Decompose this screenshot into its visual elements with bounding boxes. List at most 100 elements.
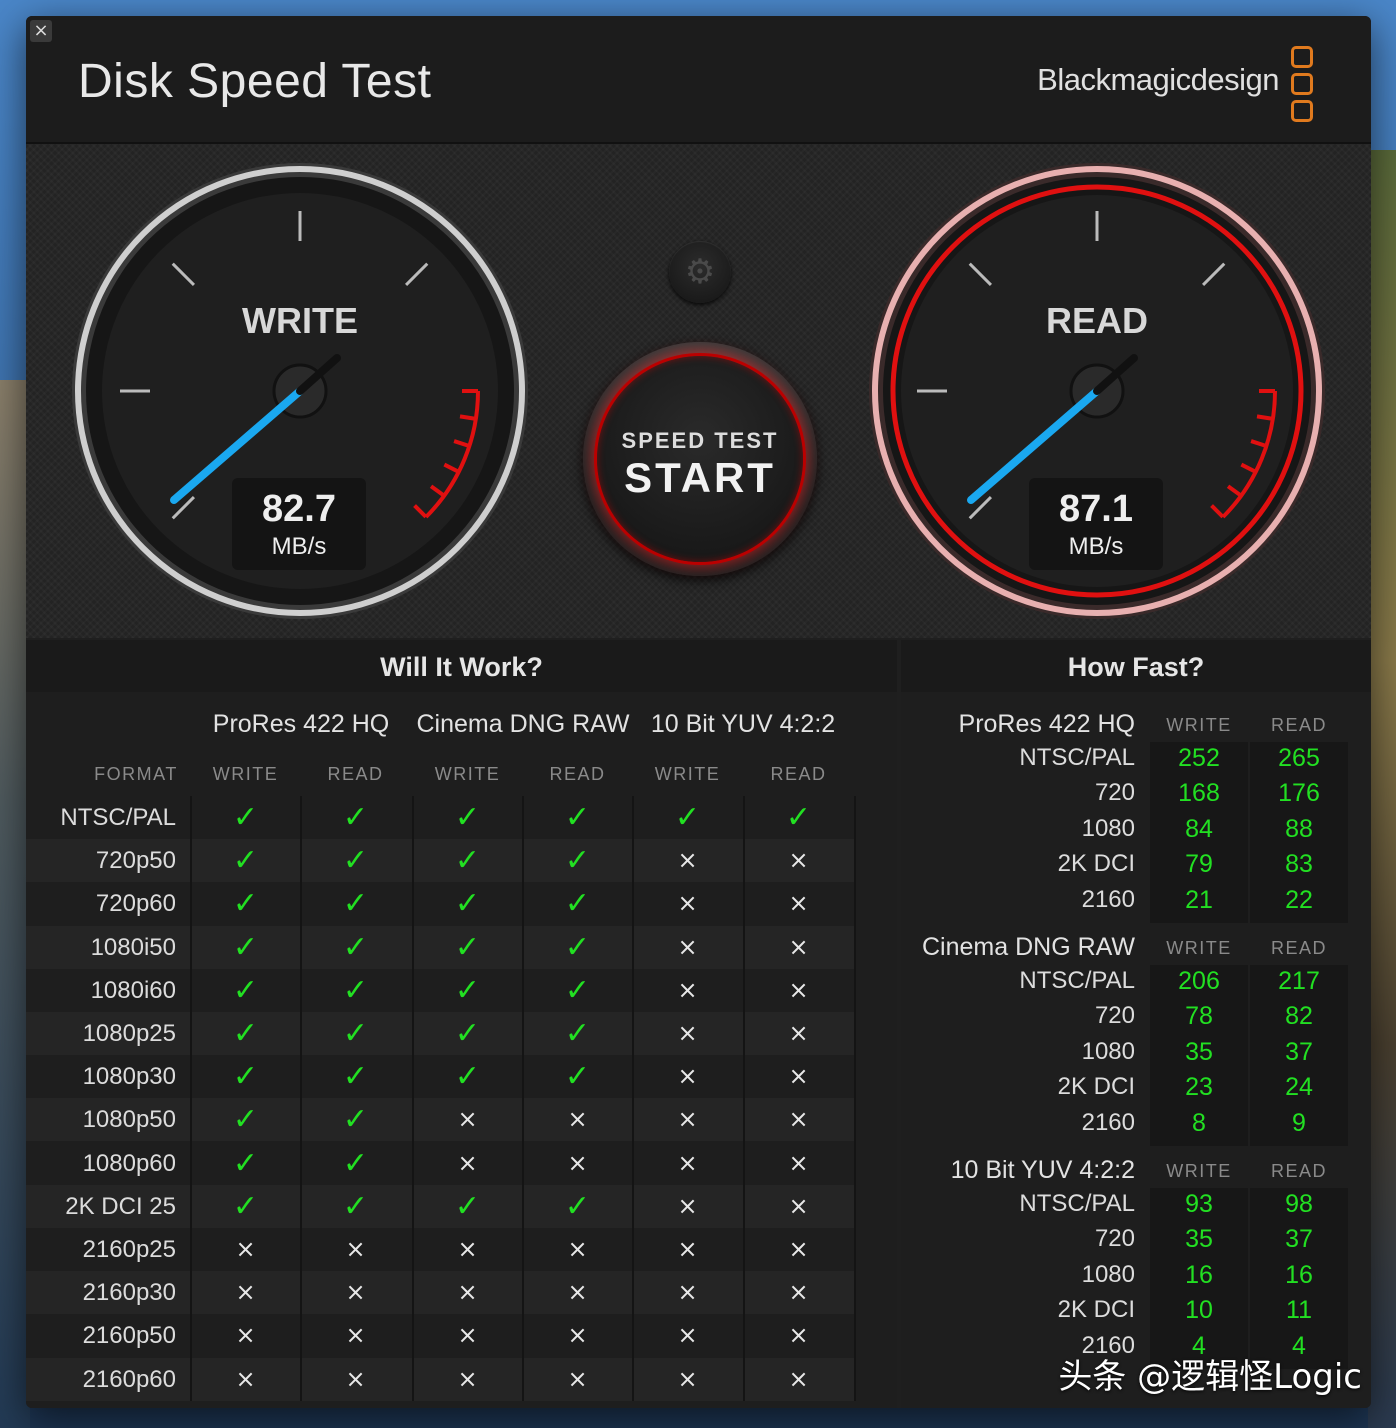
format-label: 1080p50 [82,1106,176,1134]
cross-icon: × [457,1148,478,1177]
check-icon: ✓ [342,1188,369,1224]
start-button[interactable]: SPEED TEST START [583,342,817,576]
app-title: Disk Speed Test [78,55,432,108]
cross-icon: × [677,1148,698,1177]
check-icon: ✓ [454,972,481,1008]
check-icon: ✓ [342,843,369,879]
cross-icon: × [788,932,809,961]
cross-icon: × [345,1278,366,1307]
cross-icon: × [677,846,698,875]
check-icon: ✓ [342,929,369,965]
table-row: 2160p30 × × × × × × [26,1271,856,1315]
check-icon: ✓ [564,843,591,879]
check-icon: ✓ [564,800,591,835]
close-button[interactable]: × [30,20,52,42]
cinema-dng-read-header: READ [549,764,606,784]
desktop-background-right [1368,150,1396,1428]
write-speed-unit: MB/s [271,533,327,560]
check-icon: ✓ [564,1059,591,1095]
gauge-redzone-tick [1256,414,1274,421]
format-label: 720p50 [95,847,176,875]
cinema-dng-write-header: WRITE [434,764,501,784]
start-button-small-label: SPEED TEST [621,428,779,453]
cross-icon: × [677,932,698,961]
table-row: 2160p50 × × × × × × [26,1314,856,1357]
how-fast-write-header: WRITE [1166,1161,1232,1181]
cross-icon: × [345,1364,366,1393]
table-row: 1080p30 ✓ ✓ ✓ ✓ × × [26,1055,856,1098]
start-button-face[interactable]: SPEED TEST START [597,356,803,562]
how-fast-write-value: 8 [1192,1108,1206,1137]
how-fast-row-label: NTSC/PAL [1019,1190,1135,1217]
table-row: 1080i60 ✓ ✓ ✓ ✓ × × [26,969,856,1012]
how-fast-read-value: 9 [1292,1108,1306,1137]
how-fast-write-value: 206 [1178,967,1220,995]
will-it-work-title: Will It Work? [26,640,897,692]
will-it-work-panel: Will It Work? ProRes 422 HQ Cinema DNG R… [26,640,897,1408]
write-readout: 82.7 MB/s [232,478,366,570]
write-speed-value: 82.7 [262,488,336,530]
how-fast-write-header: WRITE [1166,715,1232,735]
how-fast-read-value: 11 [1286,1296,1312,1325]
how-fast-read-value: 24 [1285,1073,1313,1102]
how-fast-row-label: 2K DCI [1057,1073,1135,1101]
table-row: 2160p25 × × × × × × [26,1228,856,1271]
prores-read-header: READ [327,764,384,784]
check-icon: ✓ [232,1188,259,1224]
cross-icon: × [567,1321,588,1350]
check-icon: ✓ [454,929,481,965]
how-fast-write-value: 79 [1185,850,1213,879]
how-fast-group-label: Cinema DNG RAW [922,933,1135,961]
cross-icon: × [788,1019,809,1047]
settings-gear-icon[interactable]: ⚙ [669,241,731,303]
prores-write-header: WRITE [212,764,279,784]
check-icon: ✓ [342,972,369,1008]
table-row: 2160p60 × × × × × × [26,1357,856,1401]
how-fast-row-label: 2K DCI [1057,1296,1135,1324]
cross-icon: × [788,1062,809,1091]
how-fast-title: How Fast? [901,640,1371,692]
column-divider [412,796,414,1401]
table-row: 1080p50 ✓ ✓ × × × × [26,1098,856,1142]
format-label: 1080p25 [82,1020,176,1047]
read-speed-value: 87.1 [1059,488,1133,530]
format-label: 2160p60 [82,1365,176,1393]
cross-icon: × [788,1278,809,1307]
title-bar: × Disk Speed Test Blackmagicdesign [26,16,1371,144]
cross-icon: × [677,1321,698,1350]
cross-icon: × [677,1278,698,1307]
how-fast-group-label: 10 Bit YUV 4:2:2 [950,1156,1135,1184]
read-gauge: READ 87.1 MB/s [866,160,1328,622]
read-gauge-label: READ [1045,300,1148,341]
cross-icon: × [235,1364,256,1393]
check-icon: ✓ [564,972,591,1008]
cross-icon: × [345,1321,366,1350]
how-fast-write-value: 35 [1185,1037,1213,1066]
cross-icon: × [457,1278,478,1307]
check-icon: ✓ [564,1016,591,1051]
how-fast-row-label: 2K DCI [1057,850,1135,878]
read-speed-unit: MB/s [1068,533,1124,560]
cross-icon: × [677,975,698,1004]
format-label: 1080i50 [90,933,176,961]
cross-icon: × [788,846,809,875]
cross-icon: × [567,1235,588,1263]
yuv-write-header: WRITE [654,764,721,784]
column-divider [522,796,524,1401]
check-icon: ✓ [564,929,591,965]
format-label: 2160p25 [82,1236,176,1263]
check-icon: ✓ [232,1102,259,1138]
cross-icon: × [788,1321,809,1350]
write-gauge-label: WRITE [242,300,358,341]
how-fast-read-value: 88 [1285,814,1313,843]
how-fast-row-label: 2160 [1081,885,1135,913]
check-icon: ✓ [342,800,369,835]
watermark: 头条 @逻辑怪Logic [1058,1357,1362,1397]
how-fast-read-header: READ [1270,1161,1327,1181]
check-icon: ✓ [232,972,259,1008]
check-icon: ✓ [342,1016,369,1051]
cross-icon: × [788,975,809,1004]
how-fast-read-value: 98 [1285,1190,1313,1218]
how-fast-write-value: 23 [1185,1073,1213,1102]
how-fast-write-value: 16 [1185,1260,1213,1289]
